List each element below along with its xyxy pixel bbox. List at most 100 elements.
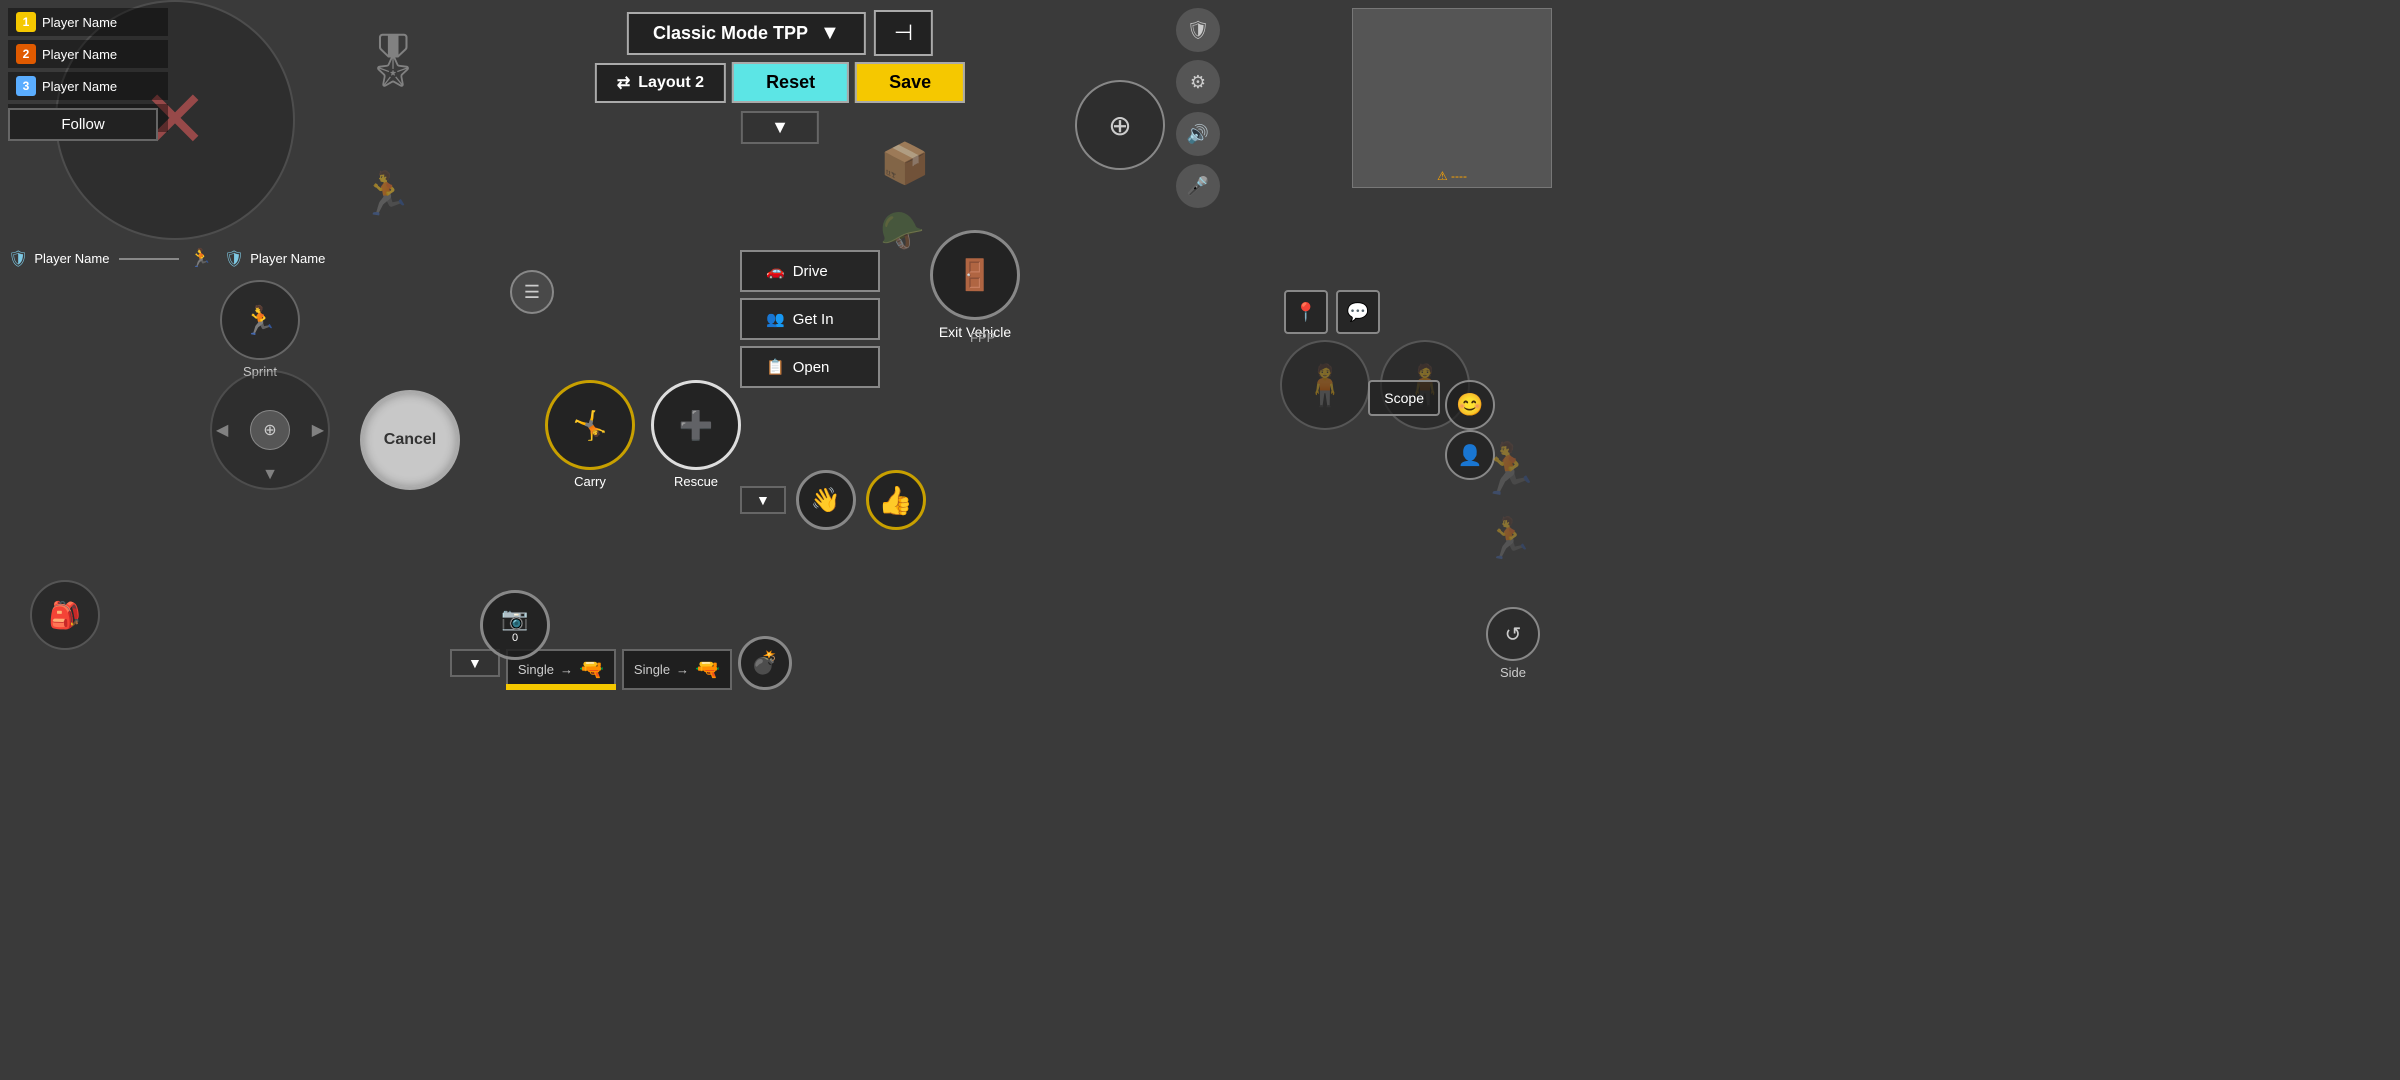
carry-label: Carry bbox=[574, 474, 606, 489]
player-badge-1: 🛡 Player Name 🏃 bbox=[8, 248, 212, 269]
silhouette-button-1[interactable]: 🧍 bbox=[1280, 340, 1370, 430]
top-bar-row1: Classic Mode TPP ▼ ⊣ bbox=[627, 10, 933, 56]
team-member-2: 2 Player Name bbox=[8, 40, 168, 68]
soldier-icon-prone: 🏃 bbox=[360, 170, 412, 219]
team-name-3: Player Name bbox=[42, 79, 117, 94]
weapon-arrow-icon-2: → bbox=[676, 662, 689, 677]
sprint-button[interactable]: 🏃 bbox=[220, 280, 300, 360]
carry-rescue-area: 🤸 Carry ➕ Rescue bbox=[545, 380, 741, 489]
scope-button[interactable]: Scope bbox=[1368, 380, 1440, 416]
player-divider bbox=[119, 258, 179, 260]
shield-icon-2: 🛡 bbox=[224, 249, 244, 269]
weapon-expand-button[interactable]: ▼ bbox=[450, 649, 500, 677]
grenade-button[interactable]: 💣 bbox=[738, 636, 792, 690]
mode-chevron-icon: ▼ bbox=[820, 22, 840, 45]
get-in-button[interactable]: 👥 Get In bbox=[740, 298, 880, 340]
exit-button[interactable]: ⊣ bbox=[874, 10, 933, 56]
weapon-icon-2: 🔫 bbox=[695, 657, 720, 682]
team-member-3: 3 Player Name bbox=[8, 72, 168, 100]
thumbs-area: ▼ 👋 👍 bbox=[740, 470, 926, 530]
camera-num: 0 bbox=[512, 632, 518, 644]
exit-vehicle-area: 🚪 Exit Vehicle bbox=[930, 230, 1020, 340]
mode-label: Classic Mode TPP bbox=[653, 23, 808, 44]
exit-vehicle-button[interactable]: 🚪 bbox=[930, 230, 1020, 320]
side-button-area: ↺ Side bbox=[1486, 607, 1540, 680]
menu-icon-button[interactable]: ☰ bbox=[510, 270, 554, 314]
exit-vehicle-icon: 🚪 bbox=[956, 258, 993, 293]
save-button[interactable]: Save bbox=[855, 62, 965, 103]
arrow-left-icon: ◀ bbox=[216, 420, 228, 440]
joystick-arrows: ◀ ▶ ▼ bbox=[212, 372, 328, 488]
rescue-icon: ➕ bbox=[679, 409, 714, 442]
top-bar: Classic Mode TPP ▼ ⊣ ⇄ Layout 2 Reset Sa… bbox=[595, 10, 965, 144]
open-button[interactable]: 📋 Open bbox=[740, 346, 880, 388]
run-icon-2: 🏃 bbox=[1484, 515, 1534, 562]
hat-icon[interactable]: 🪖 bbox=[880, 210, 925, 252]
camera-button[interactable]: 📷 0 bbox=[480, 590, 550, 660]
exit-icon: ⊣ bbox=[894, 20, 913, 46]
layout-button[interactable]: ⇄ Layout 2 bbox=[595, 63, 726, 103]
thumbs-expand-button[interactable]: ▼ bbox=[740, 486, 786, 514]
aim-circle-button[interactable]: ⊕ bbox=[1075, 80, 1165, 170]
side-label: Side bbox=[1500, 665, 1526, 680]
weapon-icon-1: 🔫 bbox=[579, 657, 604, 682]
mode-select-button[interactable]: Classic Mode TPP ▼ bbox=[627, 12, 866, 55]
player-badge-2: 🛡 Player Name bbox=[224, 249, 325, 269]
chat-button[interactable]: 💬 bbox=[1336, 290, 1380, 334]
soldier-icon-kneeling: 🎖 bbox=[360, 30, 426, 91]
bag-button[interactable]: 🎒 bbox=[30, 580, 100, 650]
carry-button[interactable]: 🤸 bbox=[545, 380, 635, 470]
weapon-ammo-bar-1 bbox=[506, 684, 616, 690]
player-name-2: Player Name bbox=[250, 251, 325, 266]
gear-icon-button[interactable]: ⚙ bbox=[1176, 60, 1220, 104]
volume-icon-button[interactable]: 🔊 bbox=[1176, 112, 1220, 156]
team-name-1: Player Name bbox=[42, 15, 117, 30]
camera-icon-symbol: 📷 bbox=[501, 606, 528, 632]
player-names-row: 🛡 Player Name 🏃 🛡 Player Name bbox=[8, 248, 325, 269]
crate-icon[interactable]: 📦 bbox=[880, 140, 930, 187]
silhouette-icon-1: 🧍 bbox=[1300, 362, 1350, 409]
layout-swap-icon: ⇄ bbox=[617, 73, 630, 93]
cancel-button[interactable]: Cancel bbox=[360, 390, 460, 490]
player-name-1: Player Name bbox=[34, 251, 109, 266]
shield-icon-button[interactable]: 🛡 bbox=[1176, 8, 1220, 52]
emoji-button[interactable]: 😊 bbox=[1445, 380, 1495, 430]
team-member-1: 1 Player Name bbox=[8, 8, 168, 36]
emoji-icon: 😊 bbox=[1456, 392, 1483, 418]
shield-icon-1: 🛡 bbox=[8, 249, 28, 269]
team-name-2: Player Name bbox=[42, 47, 117, 62]
run-icon-1: 🏃 bbox=[1478, 440, 1540, 499]
drive-button[interactable]: 🚗 Drive bbox=[740, 250, 880, 292]
arrow-right-icon: ▶ bbox=[312, 420, 324, 440]
team-num-3: 3 bbox=[16, 76, 36, 96]
side-button[interactable]: ↺ bbox=[1486, 607, 1540, 661]
reset-button[interactable]: Reset bbox=[732, 62, 849, 103]
open-icon: 📋 bbox=[766, 358, 785, 376]
run-icons-area: 🏃 🏃 bbox=[1478, 440, 1540, 562]
carry-icon: 🤸 bbox=[573, 409, 608, 442]
rescue-button[interactable]: ➕ bbox=[651, 380, 741, 470]
grenade-icon: 💣 bbox=[751, 650, 778, 676]
fpp-button[interactable]: FPP bbox=[970, 330, 995, 345]
sprint-area: 🏃 Sprint bbox=[220, 280, 300, 379]
team-num-2: 2 bbox=[16, 44, 36, 64]
team-num-1: 1 bbox=[16, 12, 36, 32]
weapon-slot1-label: Single bbox=[518, 662, 554, 677]
arrow-down-icon: ▼ bbox=[262, 466, 278, 484]
open-label: Open bbox=[793, 359, 830, 376]
right-icons: 🛡 ⚙ 🔊 🎤 bbox=[1176, 8, 1220, 208]
loc-chat-area: 📍 💬 bbox=[1284, 290, 1380, 334]
steering-icon: 🚗 bbox=[766, 262, 785, 280]
location-button[interactable]: 📍 bbox=[1284, 290, 1328, 334]
top-bar-row2: ⇄ Layout 2 Reset Save bbox=[595, 62, 965, 103]
drive-label: Drive bbox=[793, 263, 828, 280]
layout-label: Layout 2 bbox=[638, 74, 704, 92]
thumbs-up-button[interactable]: 👍 bbox=[866, 470, 926, 530]
joystick-area[interactable]: ◀ ▶ ▼ ⊕ bbox=[210, 370, 330, 490]
thumbs-neutral-button[interactable]: 👋 bbox=[796, 470, 856, 530]
weapon-slot-2[interactable]: Single → 🔫 bbox=[622, 649, 732, 690]
follow-button[interactable]: Follow bbox=[8, 108, 158, 141]
joystick-outer[interactable]: ◀ ▶ ▼ ⊕ bbox=[210, 370, 330, 490]
mic-icon-button[interactable]: 🎤 bbox=[1176, 164, 1220, 208]
expand-button[interactable]: ▼ bbox=[741, 111, 819, 144]
